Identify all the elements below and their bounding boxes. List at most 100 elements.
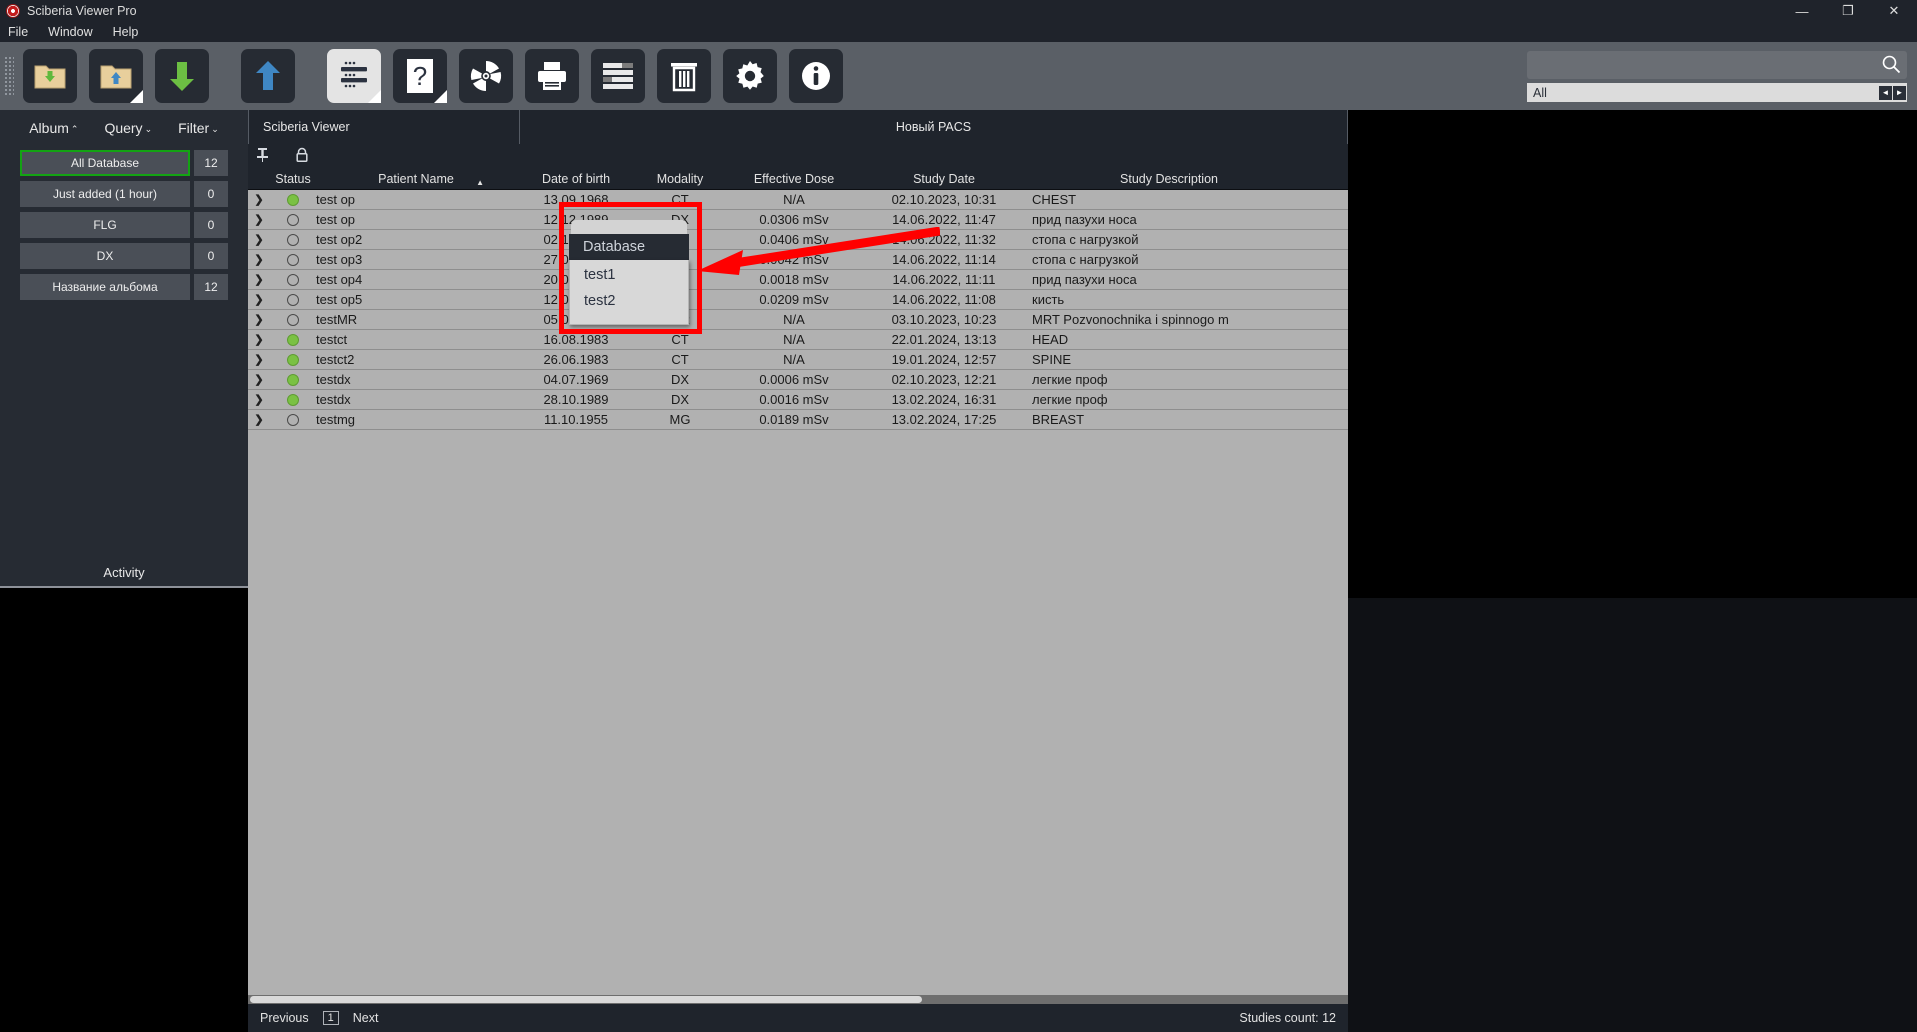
row-patient-name: test op2 — [316, 232, 363, 247]
minimize-button[interactable]: — — [1779, 0, 1825, 22]
column-header-name[interactable]: Patient Name ▲ — [316, 172, 516, 187]
table-row[interactable]: ❯test op327.07.2003DX0.0042 mSv14.06.202… — [248, 250, 1348, 270]
column-header-desc[interactable]: Study Description — [1024, 172, 1314, 186]
menu-item-file[interactable]: File — [8, 25, 28, 39]
next-page-button[interactable]: Next — [353, 1011, 379, 1025]
column-header-dob[interactable]: Date of birth — [516, 172, 636, 186]
viewport-lower-area[interactable] — [1348, 598, 1917, 1032]
export-folder-button[interactable] — [89, 49, 143, 103]
row-expander-icon[interactable]: ❯ — [248, 293, 270, 306]
sidebar-tab-album[interactable]: Album ⌃ — [29, 120, 78, 136]
drag-grip-icon[interactable] — [4, 56, 14, 96]
row-effective-dose: 0.0306 mSv — [759, 212, 829, 227]
table-row[interactable]: ❯ testdx 04.07.1969 DX 0.0006 mSv 02.10.2023,… — [248, 370, 1348, 390]
table-row[interactable]: ❯ testct 16.08.1983 CT N/A 22.01.2024, 13:13 H… — [248, 330, 1348, 350]
dropdown-item-test2[interactable]: test2 — [570, 288, 688, 314]
row-modality: CT — [671, 332, 689, 347]
lock-icon[interactable] — [295, 147, 309, 165]
svg-text:?: ? — [413, 61, 427, 91]
row-expander-icon[interactable]: ❯ — [248, 273, 270, 286]
page-corner-icon — [368, 90, 381, 103]
row-expander-icon[interactable]: ❯ — [248, 193, 270, 206]
table-row[interactable]: ❯test op420.06.2012DX0.0018 mSv14.06.202… — [248, 270, 1348, 290]
tab-sciberia-viewer[interactable]: Sciberia Viewer — [248, 110, 520, 144]
maximize-button[interactable]: ❐ — [1825, 0, 1871, 22]
delete-button[interactable] — [657, 49, 711, 103]
row-expander-icon[interactable]: ❯ — [248, 413, 270, 426]
table-row[interactable]: ❯testMR05.07.1959MRN/A03.10.2023, 10:23M… — [248, 310, 1348, 330]
row-expander-icon[interactable]: ❯ — [248, 373, 270, 386]
album-count: 0 — [194, 212, 228, 238]
album-item-flg[interactable]: FLG 0 — [20, 212, 228, 238]
column-header-dose[interactable]: Effective Dose — [724, 172, 864, 186]
image-viewport[interactable] — [1348, 110, 1917, 1032]
album-item-nazvanie-alboma[interactable]: Название альбома 12 — [20, 274, 228, 300]
album-item-dx[interactable]: DX 0 — [20, 243, 228, 269]
row-study-date: 14.06.2022, 11:47 — [892, 212, 996, 227]
burn-disc-button[interactable] — [459, 49, 513, 103]
download-button[interactable] — [155, 49, 209, 103]
close-button[interactable]: ✕ — [1871, 0, 1917, 22]
sidebar-tab-query[interactable]: Query ⌄ — [104, 120, 152, 136]
row-effective-dose: N/A — [783, 332, 805, 347]
row-expander-icon[interactable]: ❯ — [248, 353, 270, 366]
row-expander-icon[interactable]: ❯ — [248, 313, 270, 326]
database-button[interactable] — [327, 49, 381, 103]
table-row[interactable]: ❯ testct2 26.06.1983 CT N/A 19.01.2024, 12:57… — [248, 350, 1348, 370]
filter-next-icon[interactable]: ► — [1893, 85, 1906, 100]
row-effective-dose: N/A — [783, 312, 805, 327]
row-patient-name: testdx — [316, 392, 351, 407]
table-row[interactable]: ❯test op202.12.1997DX0.0406 mSv14.06.202… — [248, 230, 1348, 250]
row-study-description: легкие проф — [1032, 392, 1108, 407]
dropdown-header-database[interactable]: Database — [569, 234, 689, 260]
table-row[interactable]: ❯ testdx 28.10.1989 DX 0.0016 mSv 13.02.2024,… — [248, 390, 1348, 410]
page-number[interactable]: 1 — [322, 1011, 339, 1025]
table-row[interactable]: ❯ testmg 11.10.1955 MG 0.0189 mSv 13.02.2024,… — [248, 410, 1348, 430]
filter-prev-icon[interactable]: ◄ — [1879, 85, 1892, 100]
row-expander-icon[interactable]: ❯ — [248, 253, 270, 266]
search-filter-bar[interactable]: All ◄ ► — [1527, 83, 1907, 102]
row-expander-icon[interactable]: ❯ — [248, 233, 270, 246]
viewport-image-area[interactable] — [1348, 110, 1917, 598]
help-button[interactable]: ? — [393, 49, 447, 103]
database-dropdown-menu[interactable]: Database test1 test2 — [569, 220, 689, 325]
row-modality: CT — [671, 192, 689, 207]
upload-button[interactable] — [241, 49, 295, 103]
row-expander-icon[interactable]: ❯ — [248, 393, 270, 406]
search-input[interactable] — [1533, 57, 1881, 73]
column-header-date[interactable]: Study Date — [864, 172, 1024, 186]
row-expander-icon[interactable]: ❯ — [248, 333, 270, 346]
album-item-just-added[interactable]: Just added (1 hour) 0 — [20, 181, 228, 207]
menu-item-window[interactable]: Window — [48, 25, 92, 39]
info-button[interactable] — [789, 49, 843, 103]
table-row[interactable]: ❯test op512.02.1970DX0.0209 mSv14.06.202… — [248, 290, 1348, 310]
sidebar-tab-filter[interactable]: Filter ⌄ — [178, 120, 219, 136]
row-study-date: 22.01.2024, 13:13 — [891, 332, 997, 347]
dropdown-item-test1[interactable]: test1 — [570, 262, 688, 288]
row-expander-icon[interactable]: ❯ — [248, 213, 270, 226]
column-header-modality[interactable]: Modality — [636, 172, 724, 186]
studies-table[interactable]: ❯ test op 13.09.1968 CT N/A 02.10.2023, 10:31… — [248, 190, 1348, 995]
album-label: All Database — [20, 150, 190, 176]
menu-item-help[interactable]: Help — [113, 25, 139, 39]
grid-tool-row — [248, 144, 1348, 168]
status-dot-green-icon — [287, 193, 299, 206]
column-header-status[interactable]: Status — [270, 172, 316, 186]
print-button[interactable] — [525, 49, 579, 103]
search-box[interactable] — [1527, 51, 1907, 79]
horizontal-scrollbar[interactable] — [248, 995, 1348, 1004]
scrollbar-thumb[interactable] — [250, 996, 922, 1003]
table-row[interactable]: ❯test op12.12.1989DX0.0306 mSv14.06.2022… — [248, 210, 1348, 230]
row-effective-dose: 0.0042 mSv — [759, 252, 829, 267]
album-item-all-database[interactable]: All Database 12 — [20, 150, 228, 176]
report-button[interactable] — [591, 49, 645, 103]
pin-icon[interactable] — [256, 147, 269, 165]
row-effective-dose: 0.0189 mSv — [759, 412, 829, 427]
tab-novyi-pacs[interactable]: Новый PACS — [520, 110, 1348, 144]
settings-button[interactable] — [723, 49, 777, 103]
previous-page-button[interactable]: Previous — [260, 1011, 309, 1025]
search-icon[interactable] — [1881, 54, 1901, 77]
table-row[interactable]: ❯ test op 13.09.1968 CT N/A 02.10.2023, 10:31… — [248, 190, 1348, 210]
import-folder-button[interactable] — [23, 49, 77, 103]
row-modality: CT — [671, 352, 689, 367]
